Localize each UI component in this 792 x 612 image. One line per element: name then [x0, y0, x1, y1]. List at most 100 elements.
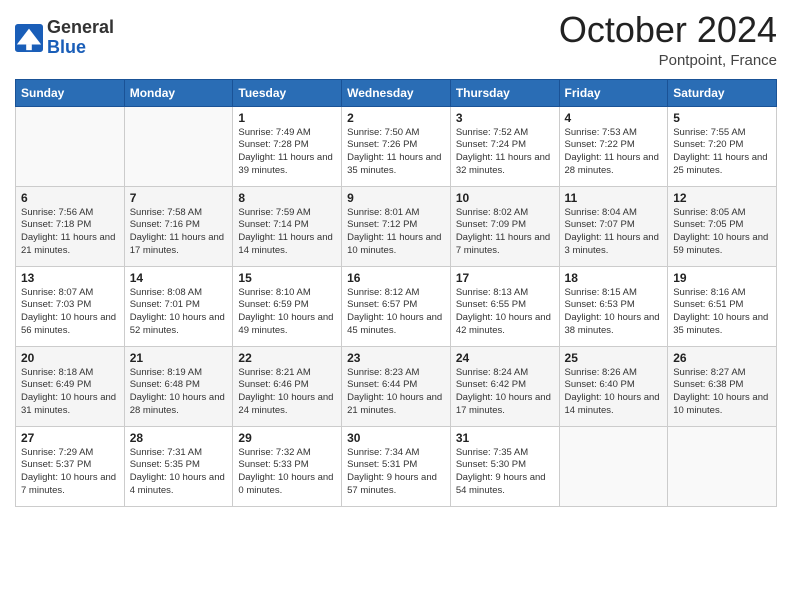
- day-number: 21: [130, 351, 228, 365]
- weekday-header: Tuesday: [233, 79, 342, 106]
- day-number: 11: [565, 191, 663, 205]
- day-number: 1: [238, 111, 336, 125]
- day-info: Sunrise: 7:53 AM Sunset: 7:22 PM Dayligh…: [565, 127, 663, 178]
- day-number: 19: [673, 271, 771, 285]
- calendar-cell: 18 Sunrise: 8:15 AM Sunset: 6:53 PM Dayli…: [559, 266, 668, 346]
- calendar-cell: 6 Sunrise: 7:56 AM Sunset: 7:18 PM Daylig…: [16, 186, 125, 266]
- day-number: 7: [130, 191, 228, 205]
- day-info: Sunrise: 8:13 AM Sunset: 6:55 PM Dayligh…: [456, 287, 554, 338]
- weekday-header: Wednesday: [342, 79, 451, 106]
- day-number: 15: [238, 271, 336, 285]
- calendar-subtitle: Pontpoint, France: [559, 52, 777, 69]
- day-number: 28: [130, 431, 228, 445]
- day-info: Sunrise: 8:01 AM Sunset: 7:12 PM Dayligh…: [347, 207, 445, 258]
- calendar-cell: 17 Sunrise: 8:13 AM Sunset: 6:55 PM Dayli…: [450, 266, 559, 346]
- day-number: 4: [565, 111, 663, 125]
- calendar-cell: 21 Sunrise: 8:19 AM Sunset: 6:48 PM Dayli…: [124, 346, 233, 426]
- day-number: 22: [238, 351, 336, 365]
- day-number: 25: [565, 351, 663, 365]
- day-info: Sunrise: 7:59 AM Sunset: 7:14 PM Dayligh…: [238, 207, 336, 258]
- calendar-week-row: 27 Sunrise: 7:29 AM Sunset: 5:37 PM Dayli…: [16, 426, 777, 506]
- day-number: 20: [21, 351, 119, 365]
- logo-text: GeneralBlue: [47, 18, 114, 58]
- calendar-cell: 20 Sunrise: 8:18 AM Sunset: 6:49 PM Dayli…: [16, 346, 125, 426]
- day-number: 2: [347, 111, 445, 125]
- day-number: 13: [21, 271, 119, 285]
- weekday-header: Sunday: [16, 79, 125, 106]
- calendar-cell: 12 Sunrise: 8:05 AM Sunset: 7:05 PM Dayli…: [668, 186, 777, 266]
- day-number: 18: [565, 271, 663, 285]
- calendar-cell: 13 Sunrise: 8:07 AM Sunset: 7:03 PM Dayli…: [16, 266, 125, 346]
- day-info: Sunrise: 7:31 AM Sunset: 5:35 PM Dayligh…: [130, 447, 228, 498]
- calendar-cell: 7 Sunrise: 7:58 AM Sunset: 7:16 PM Daylig…: [124, 186, 233, 266]
- calendar-cell: 1 Sunrise: 7:49 AM Sunset: 7:28 PM Daylig…: [233, 106, 342, 186]
- calendar-cell: 26Sunrise: 8:27 AM Sunset: 6:38 PM Dayli…: [668, 346, 777, 426]
- calendar-cell: 25 Sunrise: 8:26 AM Sunset: 6:40 PM Dayli…: [559, 346, 668, 426]
- weekday-header: Monday: [124, 79, 233, 106]
- calendar-cell: 29 Sunrise: 7:32 AM Sunset: 5:33 PM Dayli…: [233, 426, 342, 506]
- day-info: Sunrise: 8:08 AM Sunset: 7:01 PM Dayligh…: [130, 287, 228, 338]
- day-info: Sunrise: 8:18 AM Sunset: 6:49 PM Dayligh…: [21, 367, 119, 418]
- calendar-cell: 2 Sunrise: 7:50 AM Sunset: 7:26 PM Daylig…: [342, 106, 451, 186]
- day-info: Sunrise: 8:19 AM Sunset: 6:48 PM Dayligh…: [130, 367, 228, 418]
- day-info: Sunrise: 7:32 AM Sunset: 5:33 PM Dayligh…: [238, 447, 336, 498]
- day-info: Sunrise: 8:24 AM Sunset: 6:42 PM Dayligh…: [456, 367, 554, 418]
- day-info: Sunrise: 7:52 AM Sunset: 7:24 PM Dayligh…: [456, 127, 554, 178]
- calendar-cell: 19 Sunrise: 8:16 AM Sunset: 6:51 PM Dayli…: [668, 266, 777, 346]
- calendar-week-row: 20 Sunrise: 8:18 AM Sunset: 6:49 PM Dayli…: [16, 346, 777, 426]
- calendar-cell: 9 Sunrise: 8:01 AM Sunset: 7:12 PM Daylig…: [342, 186, 451, 266]
- day-number: 6: [21, 191, 119, 205]
- day-info: Sunrise: 8:16 AM Sunset: 6:51 PM Dayligh…: [673, 287, 771, 338]
- day-info: Sunrise: 7:35 AM Sunset: 5:30 PM Dayligh…: [456, 447, 554, 498]
- logo-icon: [15, 24, 43, 52]
- calendar-cell: 14 Sunrise: 8:08 AM Sunset: 7:01 PM Dayli…: [124, 266, 233, 346]
- day-number: 30: [347, 431, 445, 445]
- day-number: 10: [456, 191, 554, 205]
- calendar-cell: 5 Sunrise: 7:55 AM Sunset: 7:20 PM Daylig…: [668, 106, 777, 186]
- calendar-week-row: 13 Sunrise: 8:07 AM Sunset: 7:03 PM Dayli…: [16, 266, 777, 346]
- calendar-table: SundayMondayTuesdayWednesdayThursdayFrid…: [15, 79, 777, 507]
- day-info: Sunrise: 7:29 AM Sunset: 5:37 PM Dayligh…: [21, 447, 119, 498]
- day-info: Sunrise: 7:34 AM Sunset: 5:31 PM Dayligh…: [347, 447, 445, 498]
- calendar-cell: 28 Sunrise: 7:31 AM Sunset: 5:35 PM Dayli…: [124, 426, 233, 506]
- day-number: 24: [456, 351, 554, 365]
- day-number: 3: [456, 111, 554, 125]
- day-number: 9: [347, 191, 445, 205]
- day-number: 17: [456, 271, 554, 285]
- calendar-cell: 16Sunrise: 8:12 AM Sunset: 6:57 PM Dayli…: [342, 266, 451, 346]
- day-number: 31: [456, 431, 554, 445]
- calendar-cell: 3 Sunrise: 7:52 AM Sunset: 7:24 PM Daylig…: [450, 106, 559, 186]
- day-number: 27: [21, 431, 119, 445]
- calendar-page: GeneralBlue October 2024 Pontpoint, Fran…: [0, 0, 792, 612]
- calendar-cell: 4 Sunrise: 7:53 AM Sunset: 7:22 PM Daylig…: [559, 106, 668, 186]
- day-info: Sunrise: 7:56 AM Sunset: 7:18 PM Dayligh…: [21, 207, 119, 258]
- day-number: 23: [347, 351, 445, 365]
- day-info: Sunrise: 8:26 AM Sunset: 6:40 PM Dayligh…: [565, 367, 663, 418]
- day-number: 12: [673, 191, 771, 205]
- title-block: October 2024 Pontpoint, France: [559, 10, 777, 69]
- calendar-cell: 15Sunrise: 8:10 AM Sunset: 6:59 PM Dayli…: [233, 266, 342, 346]
- day-info: Sunrise: 8:12 AM Sunset: 6:57 PM Dayligh…: [347, 287, 445, 338]
- day-info: Sunrise: 7:49 AM Sunset: 7:28 PM Dayligh…: [238, 127, 336, 178]
- day-info: Sunrise: 7:50 AM Sunset: 7:26 PM Dayligh…: [347, 127, 445, 178]
- calendar-cell: 24 Sunrise: 8:24 AM Sunset: 6:42 PM Dayli…: [450, 346, 559, 426]
- calendar-cell: 11 Sunrise: 8:04 AM Sunset: 7:07 PM Dayli…: [559, 186, 668, 266]
- weekday-header: Thursday: [450, 79, 559, 106]
- day-number: 29: [238, 431, 336, 445]
- calendar-week-row: 6 Sunrise: 7:56 AM Sunset: 7:18 PM Daylig…: [16, 186, 777, 266]
- day-info: Sunrise: 8:07 AM Sunset: 7:03 PM Dayligh…: [21, 287, 119, 338]
- day-info: Sunrise: 7:55 AM Sunset: 7:20 PM Dayligh…: [673, 127, 771, 178]
- day-number: 5: [673, 111, 771, 125]
- day-info: Sunrise: 8:04 AM Sunset: 7:07 PM Dayligh…: [565, 207, 663, 258]
- calendar-cell: [16, 106, 125, 186]
- day-number: 14: [130, 271, 228, 285]
- calendar-week-row: 1 Sunrise: 7:49 AM Sunset: 7:28 PM Daylig…: [16, 106, 777, 186]
- day-info: Sunrise: 8:05 AM Sunset: 7:05 PM Dayligh…: [673, 207, 771, 258]
- calendar-cell: [559, 426, 668, 506]
- calendar-cell: [124, 106, 233, 186]
- weekday-header: Saturday: [668, 79, 777, 106]
- day-info: Sunrise: 8:15 AM Sunset: 6:53 PM Dayligh…: [565, 287, 663, 338]
- calendar-cell: 10Sunrise: 8:02 AM Sunset: 7:09 PM Dayli…: [450, 186, 559, 266]
- calendar-cell: [668, 426, 777, 506]
- day-info: Sunrise: 7:58 AM Sunset: 7:16 PM Dayligh…: [130, 207, 228, 258]
